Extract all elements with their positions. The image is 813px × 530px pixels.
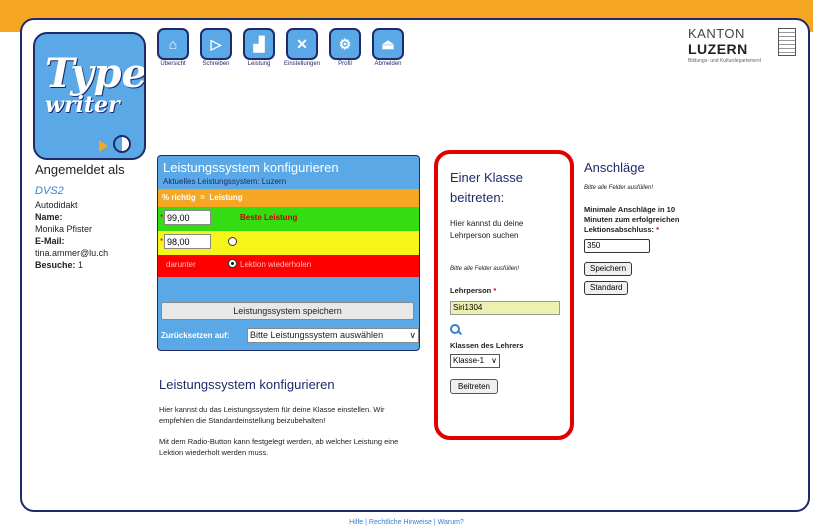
user-email: tina.ammer@lu.ch — [35, 248, 109, 258]
nav-label: Einstellungen — [283, 61, 321, 67]
logout-icon[interactable]: ⏏ — [372, 28, 404, 60]
kanton-line3: Bildungs- und Kulturdepartement — [688, 58, 762, 64]
threshold-input-1[interactable] — [164, 210, 211, 225]
info-paragraph-1: Hier kannst du das Leistungssystem für d… — [159, 405, 385, 425]
play-icon[interactable]: ▷ — [200, 28, 232, 60]
nav-label: Schreiben — [202, 61, 230, 67]
logo-circle-icon — [113, 135, 131, 153]
repeat-label: Lektion wiederholen — [240, 260, 312, 269]
best-label: Beste Leistung — [240, 213, 298, 222]
config-title: Leistungssystem konfigurieren — [163, 160, 339, 175]
user-heading: Angemeldet als — [35, 162, 125, 177]
username: DVS2 — [35, 185, 64, 197]
config-header-row: % richtig = Leistung — [158, 189, 419, 207]
footer-links[interactable]: Hilfe | Rechtliche Hinweise | Warum? — [0, 519, 813, 526]
teacher-input[interactable]: Siri1304 — [450, 301, 560, 315]
logo-play-icon — [99, 140, 108, 152]
tools-icon[interactable]: ✕ — [286, 28, 318, 60]
header-eq: = — [200, 193, 205, 202]
radio-repeat[interactable] — [228, 259, 237, 268]
nav-label: Übersicht — [160, 61, 186, 67]
typewriter-logo[interactable]: Type writer — [33, 32, 146, 160]
nav-label: Leistung — [247, 61, 271, 67]
reset-row: Zurücksetzen auf: Bitte Leistungssystem … — [161, 328, 419, 344]
email-label: E-Mail: — [35, 236, 65, 246]
main-nav: ⌂ Übersicht ▷ Schreiben ▟ Leistung ✕ Ein… — [153, 28, 411, 67]
name-label: Name: — [35, 212, 63, 222]
nav-label: Abmelden — [374, 61, 402, 67]
logo-line2: writer — [45, 92, 120, 118]
visits-label: Besuche: — [35, 260, 76, 270]
anschlaege-note: Bitte alle Felder ausfüllen! — [584, 185, 654, 191]
save-button[interactable]: Speichern — [584, 262, 633, 276]
user-name: Monika Pfister — [35, 224, 93, 234]
search-icon[interactable] — [450, 324, 460, 334]
class-select[interactable]: Klasse-1 — [450, 354, 500, 368]
info-section: Leistungssystem konfigurieren Hier kanns… — [159, 377, 419, 468]
nav-item-uebersicht[interactable]: ⌂ Übersicht — [153, 28, 193, 67]
join-intro: Hier kannst du deine Lehrperson suchen — [450, 219, 524, 240]
threshold-input-2[interactable] — [164, 234, 211, 249]
config-row-best: * Beste Leistung — [158, 207, 419, 231]
config-row-mid: * — [158, 231, 419, 255]
reset-select[interactable]: Bitte Leistungssystem auswählen — [247, 328, 419, 343]
nav-item-einstellungen[interactable]: ✕ Einstellungen — [282, 28, 322, 67]
nav-label: Profil — [338, 61, 352, 67]
config-current: Aktuelles Leistungssystem: Luzern — [163, 177, 287, 186]
join-class-box: Einer Klasse beitreten: Hier kannst du d… — [434, 150, 574, 440]
config-row-low: darunter Lektion wiederholen — [158, 255, 419, 277]
anschlaege-title: Anschläge — [584, 160, 645, 175]
user-info: Angemeldet als DVS2 Autodidakt Name: Mon… — [35, 162, 145, 271]
anschlaege-label: Minimale Anschläge in 10 Minuten zum erf… — [584, 205, 680, 234]
config-box: Leistungssystem konfigurieren Aktuelles … — [157, 155, 420, 351]
required-mark: * — [160, 213, 164, 222]
radio-mid[interactable] — [228, 237, 237, 246]
gear-icon[interactable]: ⚙ — [329, 28, 361, 60]
header-left: % richtig — [162, 193, 196, 202]
reset-label: Zurücksetzen auf: — [161, 331, 230, 340]
required-mark: * — [160, 237, 164, 246]
required-mark: * — [656, 225, 660, 234]
logo-line1: Type — [45, 50, 146, 97]
nav-item-profil[interactable]: ⚙ Profil — [325, 28, 365, 67]
classes-label: Klassen des Lehrers — [450, 341, 524, 350]
below-label: darunter — [166, 260, 196, 269]
save-system-button[interactable]: Leistungssystem speichern — [161, 302, 414, 320]
visits-count: 1 — [78, 260, 84, 270]
main-panel: Type writer ⌂ Übersicht ▷ Schreiben ▟ Le… — [20, 18, 810, 512]
nav-item-schreiben[interactable]: ▷ Schreiben — [196, 28, 236, 67]
info-title: Leistungssystem konfigurieren — [159, 377, 335, 392]
nav-item-abmelden[interactable]: ⏏ Abmelden — [368, 28, 408, 67]
anschlaege-section: Anschläge Bitte alle Felder ausfüllen! M… — [584, 160, 724, 295]
default-button[interactable]: Standard — [584, 281, 629, 295]
nav-item-leistung[interactable]: ▟ Leistung — [239, 28, 279, 67]
kanton-flag-icon — [778, 28, 796, 56]
kanton-luzern-logo: KANTON LUZERN Bildungs- und Kulturdepart… — [688, 26, 800, 64]
teacher-label: Lehrperson * — [450, 286, 497, 295]
info-paragraph-2: Mit dem Radio-Button kann festgelegt wer… — [159, 437, 399, 457]
join-title: Einer Klasse beitreten: — [450, 170, 523, 205]
anschlaege-input[interactable]: 350 — [584, 239, 650, 253]
user-role: Autodidakt — [35, 200, 78, 210]
required-mark: * — [493, 286, 497, 295]
join-button[interactable]: Beitreten — [450, 379, 498, 394]
home-icon[interactable]: ⌂ — [157, 28, 189, 60]
join-note: Bitte alle Felder ausfüllen! — [450, 266, 520, 272]
header-right: Leistung — [209, 193, 243, 202]
chart-icon[interactable]: ▟ — [243, 28, 275, 60]
